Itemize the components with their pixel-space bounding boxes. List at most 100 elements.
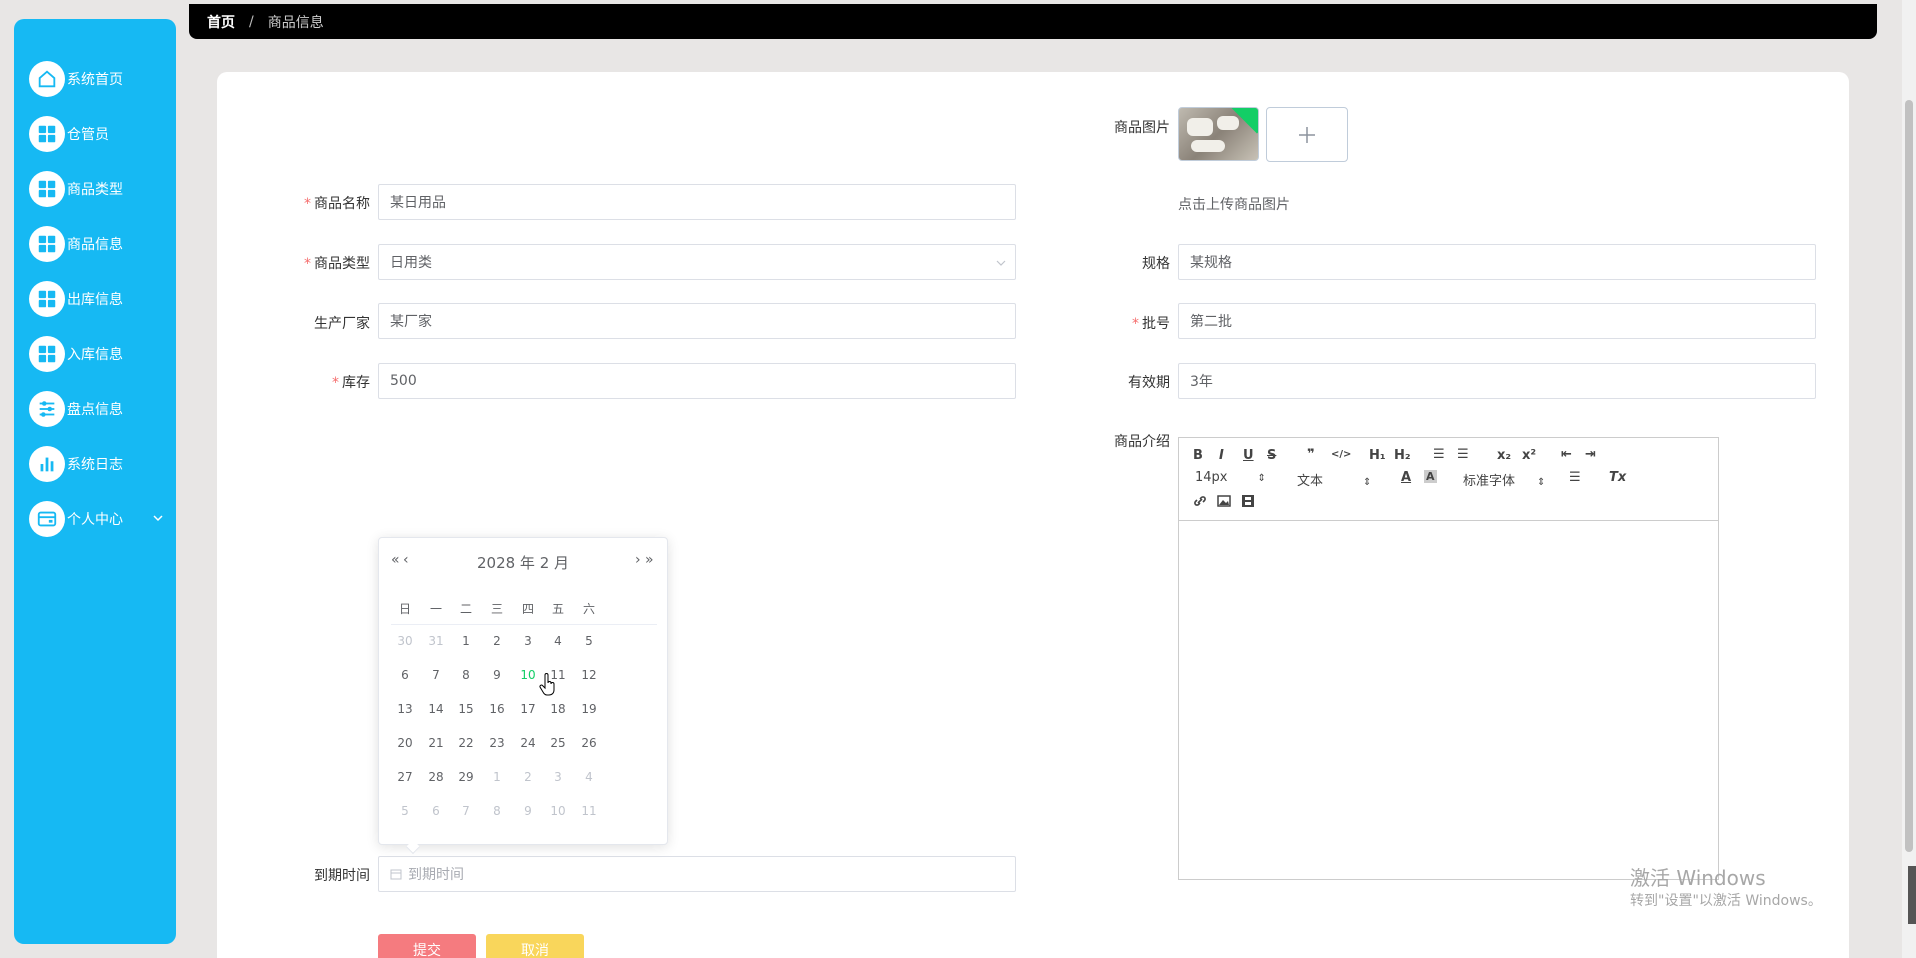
day-cell[interactable]: 4	[543, 634, 573, 648]
sidebar-item-goods-info[interactable]: 商品信息	[29, 224, 169, 264]
day-cell[interactable]: 18	[543, 702, 573, 716]
day-cell[interactable]: 3	[513, 634, 543, 648]
submit-button[interactable]: 提交	[378, 934, 476, 958]
day-cell[interactable]: 2	[482, 634, 512, 648]
day-cell[interactable]: 13	[390, 702, 420, 716]
stock-label: * 库存	[250, 372, 370, 392]
sidebar-item-keeper[interactable]: 仓管员	[29, 114, 169, 154]
sidebar-item-label: 个人中心	[67, 512, 123, 528]
sidebar-item-outbound[interactable]: 出库信息	[29, 279, 169, 319]
header2-button[interactable]: H₂	[1394, 448, 1411, 463]
bullet-list-button[interactable]: ☰	[1457, 447, 1469, 462]
day-cell[interactable]: 20	[390, 736, 420, 750]
day-cell[interactable]: 2	[513, 770, 543, 784]
day-cell[interactable]: 7	[451, 804, 481, 818]
day-cell[interactable]: 22	[451, 736, 481, 750]
day-cell[interactable]: 17	[513, 702, 543, 716]
day-cell[interactable]: 21	[421, 736, 451, 750]
day-cell[interactable]: 6	[421, 804, 451, 818]
day-cell[interactable]: 3	[543, 770, 573, 784]
day-cell[interactable]: 27	[390, 770, 420, 784]
expire-date-input[interactable]: 到期时间	[378, 856, 1016, 892]
day-cell[interactable]: 26	[574, 736, 604, 750]
validity-input[interactable]: 3年	[1178, 363, 1816, 399]
sidebar-item-profile[interactable]: 个人中心	[29, 499, 169, 539]
sidebar-item-goods-type[interactable]: 商品类型	[29, 169, 169, 209]
day-cell[interactable]: 11	[574, 804, 604, 818]
day-cell[interactable]: 10	[543, 804, 573, 818]
day-cell[interactable]: 30	[390, 634, 420, 648]
blockquote-button[interactable]: ❞	[1307, 447, 1315, 462]
day-cell[interactable]: 4	[574, 770, 604, 784]
day-cell[interactable]: 23	[482, 736, 512, 750]
font-family-select[interactable]: 标准字体 ⇕	[1463, 470, 1545, 489]
align-button[interactable]: ☰	[1569, 470, 1581, 485]
clear-format-button[interactable]: Tx	[1609, 470, 1626, 485]
maker-input[interactable]: 某厂家	[378, 303, 1016, 339]
day-cell[interactable]: 1	[482, 770, 512, 784]
upload-image-button[interactable]	[1266, 107, 1348, 162]
day-cell[interactable]: 6	[390, 668, 420, 682]
font-size-value: 14px	[1195, 470, 1228, 485]
header1-button[interactable]: H₁	[1369, 448, 1386, 463]
video-icon[interactable]	[1241, 494, 1255, 512]
image-icon[interactable]	[1217, 494, 1231, 512]
day-cell[interactable]: 8	[451, 668, 481, 682]
day-cell[interactable]: 7	[421, 668, 451, 682]
scrollbar-thumb[interactable]	[1905, 100, 1913, 852]
next-year-button[interactable]: »	[645, 552, 654, 568]
spec-input[interactable]: 某规格	[1178, 244, 1816, 280]
link-icon[interactable]	[1193, 494, 1207, 512]
day-cell[interactable]: 31	[421, 634, 451, 648]
cancel-button[interactable]: 取消	[486, 934, 584, 958]
sidebar-item-syslog[interactable]: 系统日志	[29, 444, 169, 484]
background-color-button[interactable]: A	[1424, 470, 1437, 483]
next-month-button[interactable]: ›	[635, 552, 641, 568]
day-cell[interactable]: 24	[513, 736, 543, 750]
sidebar-item-inbound[interactable]: 入库信息	[29, 334, 169, 374]
day-cell[interactable]: 15	[451, 702, 481, 716]
strike-button[interactable]: S	[1267, 448, 1276, 463]
superscript-button[interactable]: x²	[1522, 448, 1536, 463]
type-label: * 商品类型	[250, 253, 370, 273]
stock-input[interactable]: 500	[378, 363, 1016, 399]
day-cell[interactable]: 29	[451, 770, 481, 784]
day-cell[interactable]: 19	[574, 702, 604, 716]
name-input[interactable]: 某日用品	[378, 184, 1016, 220]
underline-button[interactable]: U	[1243, 448, 1254, 463]
validity-label: 有效期	[1090, 372, 1170, 392]
ordered-list-button[interactable]: ☰	[1433, 447, 1445, 462]
editor-content[interactable]	[1179, 521, 1718, 880]
type-select[interactable]: 日用类	[378, 244, 1016, 280]
batch-input[interactable]: 第二批	[1178, 303, 1816, 339]
day-cell[interactable]: 28	[421, 770, 451, 784]
select-arrows-icon: ⇕	[1537, 477, 1546, 488]
page-scrollbar[interactable]	[1902, 0, 1916, 958]
day-cell[interactable]: 5	[390, 804, 420, 818]
sidebar-item-home[interactable]: 系统首页	[29, 59, 169, 99]
day-cell[interactable]: 25	[543, 736, 573, 750]
indent-button[interactable]: ⇥	[1585, 447, 1596, 462]
breadcrumb-home[interactable]: 首页	[207, 12, 235, 32]
day-cell[interactable]: 12	[574, 668, 604, 682]
bold-button[interactable]: B	[1193, 448, 1203, 463]
outdent-button[interactable]: ⇤	[1561, 447, 1572, 462]
day-cell[interactable]: 8	[482, 804, 512, 818]
day-cell[interactable]: 1	[451, 634, 481, 648]
italic-button[interactable]: I	[1219, 448, 1224, 463]
day-cell[interactable]: 16	[482, 702, 512, 716]
code-block-button[interactable]: </>	[1331, 449, 1351, 460]
spec-value: 某规格	[1190, 255, 1232, 271]
subscript-button[interactable]: x₂	[1497, 448, 1511, 463]
select-arrows-icon: ⇕	[1363, 477, 1372, 488]
heading-select[interactable]: 文本 ⇕	[1297, 470, 1371, 489]
day-cell[interactable]: 5	[574, 634, 604, 648]
day-cell[interactable]: 14	[421, 702, 451, 716]
scrollbar-handle[interactable]	[1908, 866, 1916, 924]
sidebar-item-inventory[interactable]: 盘点信息	[29, 389, 169, 429]
font-size-select[interactable]: 14px ⇕	[1195, 470, 1266, 485]
day-cell[interactable]: 9	[513, 804, 543, 818]
text-color-button[interactable]: A	[1401, 470, 1411, 485]
day-cell[interactable]: 9	[482, 668, 512, 682]
product-image-thumbnail[interactable]	[1178, 107, 1259, 161]
